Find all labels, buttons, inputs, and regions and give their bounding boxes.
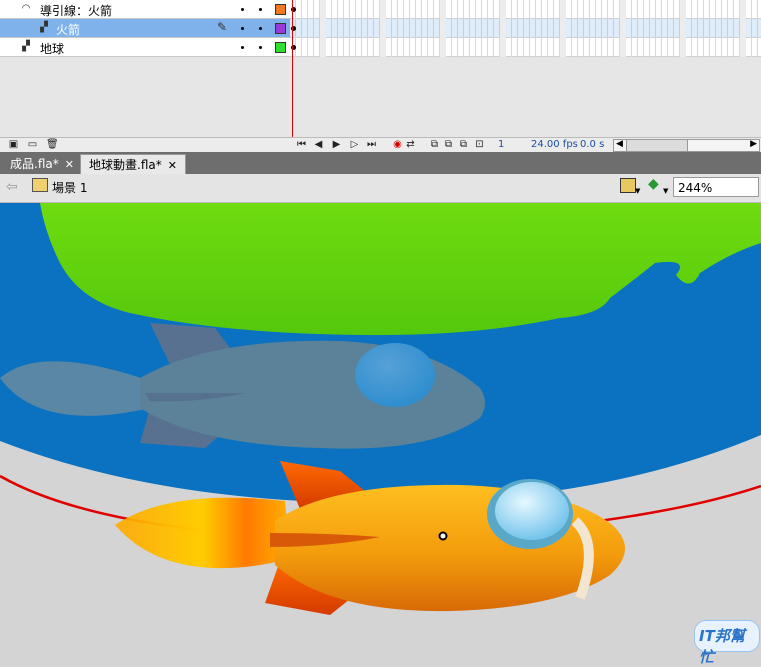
layer-icon: ▞ bbox=[22, 41, 30, 52]
layer-name: 地球 bbox=[40, 42, 65, 56]
go-last-frame-icon[interactable]: ⏭ bbox=[366, 139, 377, 150]
timeline-panel: ◠ 導引線：火箭 ▞ 火箭 ✎ ▞ 地球 ▣ ▭ 🗑 ⏮ ◀ ▶ ▷ ⏭ ◉ ⇄… bbox=[0, 0, 761, 152]
visibility-dot[interactable] bbox=[241, 27, 244, 30]
visibility-dot[interactable] bbox=[241, 8, 244, 11]
visibility-dot[interactable] bbox=[241, 46, 244, 49]
step-back-icon[interactable]: ◀ bbox=[313, 139, 324, 150]
onion-skin-icon[interactable]: ⧉ bbox=[429, 139, 440, 150]
pencil-icon: ✎ bbox=[217, 20, 228, 34]
stage-canvas bbox=[0, 203, 761, 615]
frame-band bbox=[380, 0, 386, 57]
go-first-frame-icon[interactable]: ⏮ bbox=[296, 139, 307, 150]
scroll-left-icon[interactable]: ◀ bbox=[616, 139, 623, 149]
center-frame-icon[interactable]: ◉ bbox=[392, 139, 403, 150]
scene-clapper-icon bbox=[32, 178, 48, 192]
frame-band bbox=[500, 0, 506, 57]
back-arrow-icon[interactable]: ⇦ bbox=[6, 179, 18, 195]
lock-dot[interactable] bbox=[259, 8, 262, 11]
selected-layer-frames bbox=[290, 19, 761, 37]
frame-band bbox=[560, 0, 566, 57]
loop-icon[interactable]: ⇄ bbox=[405, 139, 416, 150]
scene-name[interactable]: 場景 1 bbox=[52, 179, 87, 196]
zoom-input[interactable]: 244% bbox=[673, 177, 759, 197]
scroll-right-icon[interactable]: ▶ bbox=[750, 139, 757, 149]
logo-text: IT邦幫忙 bbox=[699, 627, 745, 666]
modify-markers-icon[interactable]: ⊡ bbox=[474, 139, 485, 150]
registration-point[interactable] bbox=[438, 531, 448, 541]
playhead[interactable] bbox=[292, 0, 293, 140]
timeline-scrollbar[interactable]: ◀ ▶ bbox=[613, 139, 760, 152]
frame-band bbox=[320, 0, 326, 57]
guide-layer-icon: ◠ bbox=[21, 3, 31, 14]
elapsed-time: 0.0 s bbox=[580, 139, 605, 150]
timeline-toolbar: ▣ ▭ 🗑 ⏮ ◀ ▶ ▷ ⏭ ◉ ⇄ ⧉ ⧉ ⧉ ⊡ 1 24.00 fps … bbox=[0, 137, 761, 152]
frame-band bbox=[680, 0, 686, 57]
edit-scene-icon[interactable] bbox=[620, 178, 636, 193]
close-icon[interactable]: ✕ bbox=[65, 158, 74, 171]
layer-outline-color[interactable] bbox=[275, 4, 286, 15]
tab-label: 成品.fla* bbox=[10, 157, 59, 171]
stage[interactable]: IT邦幫忙 bbox=[0, 203, 761, 666]
close-icon[interactable]: ✕ bbox=[168, 159, 177, 172]
layer-outline-color[interactable] bbox=[275, 42, 286, 53]
edit-multiple-frames-icon[interactable]: ⧉ bbox=[458, 139, 469, 150]
frame-band bbox=[740, 0, 746, 57]
play-icon[interactable]: ▶ bbox=[331, 139, 342, 150]
edit-symbols-icon[interactable]: ◆ bbox=[648, 176, 659, 192]
layer-row-guide[interactable]: ◠ 導引線：火箭 bbox=[0, 0, 290, 19]
tab-label: 地球動畫.fla* bbox=[89, 158, 162, 172]
frame-band bbox=[440, 0, 446, 57]
frames-grid[interactable] bbox=[290, 0, 761, 57]
lock-dot[interactable] bbox=[259, 27, 262, 30]
current-frame: 1 bbox=[498, 139, 505, 150]
new-folder-icon[interactable]: ▭ bbox=[27, 139, 38, 150]
tab-document-active[interactable]: 地球動畫.fla* ✕ bbox=[80, 154, 186, 175]
layer-outline-color[interactable] bbox=[275, 23, 286, 34]
lock-dot[interactable] bbox=[259, 46, 262, 49]
step-forward-icon[interactable]: ▷ bbox=[349, 139, 360, 150]
chevron-down-icon[interactable]: ▼ bbox=[663, 187, 668, 195]
layer-row-rocket[interactable]: ▞ 火箭 ✎ bbox=[0, 19, 290, 38]
layer-icon: ▞ bbox=[40, 22, 48, 33]
chevron-down-icon[interactable]: ▼ bbox=[635, 187, 640, 195]
new-layer-icon[interactable]: ▣ bbox=[8, 139, 19, 150]
layer-row-earth[interactable]: ▞ 地球 bbox=[0, 38, 290, 57]
frame-rate[interactable]: 24.00 fps bbox=[531, 138, 578, 152]
itbang-logo: IT邦幫忙 bbox=[694, 620, 760, 666]
layer-name: 導引線：火箭 bbox=[40, 4, 113, 18]
layer-name: 火箭 bbox=[56, 23, 81, 37]
onion-skin-outline-icon[interactable]: ⧉ bbox=[443, 139, 454, 150]
frame-band bbox=[620, 0, 626, 57]
document-tabs: 成品.fla* ✕ 地球動畫.fla* ✕ bbox=[0, 152, 761, 175]
edit-bar: ⇦ 場景 1 ▼ ◆ ▼ 244% bbox=[0, 174, 761, 203]
delete-layer-icon[interactable]: 🗑 bbox=[46, 139, 59, 150]
tab-document[interactable]: 成品.fla* ✕ bbox=[2, 154, 82, 174]
scrollbar-thumb[interactable] bbox=[626, 140, 688, 151]
